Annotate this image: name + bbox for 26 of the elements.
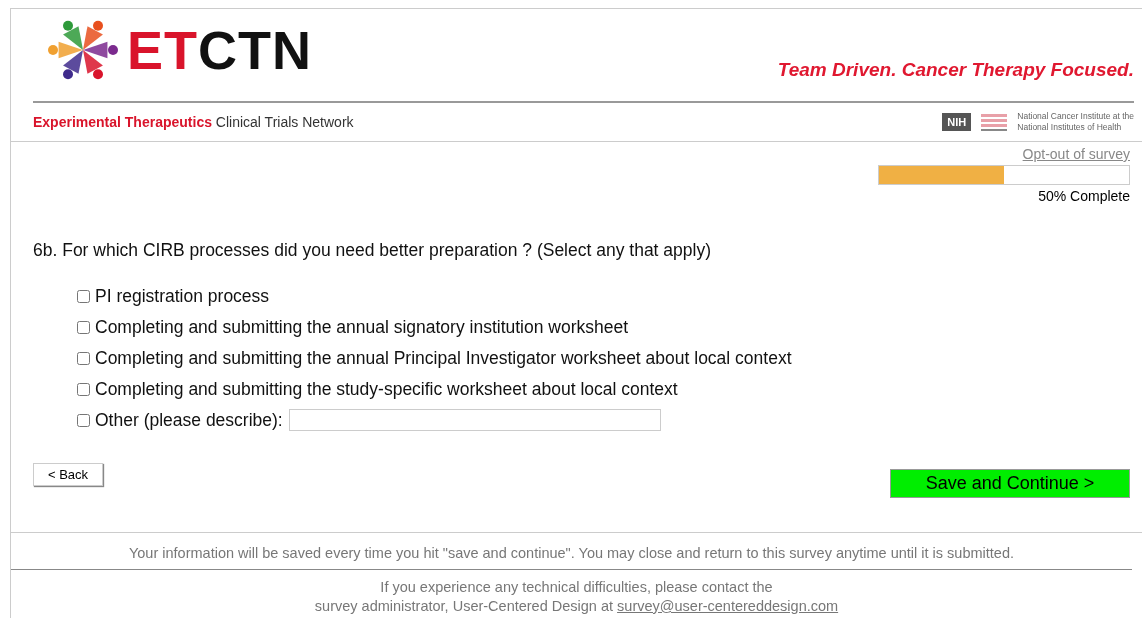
nih-badge: NIH [942, 113, 972, 131]
checkbox[interactable] [77, 382, 90, 396]
network-name: Experimental Therapeutics Clinical Trials Network [33, 114, 354, 130]
progress-reading: 50% Complete [1038, 188, 1130, 204]
describe-field[interactable] [288, 409, 661, 431]
option-label: Other (please describe): [95, 409, 283, 431]
tagline: Team Driven. Cancer Therapy Focused. [777, 59, 1134, 81]
logo-text: ETCTN [127, 19, 312, 81]
option-label: Completing and submitting the annual Principal Investigator worksheet about local context [95, 347, 792, 369]
save-notice: Your information will be saved every time you hit "save and continue". You may close and return to this survey anytime until it is submitted. [11, 533, 1132, 570]
option-label: Completing and submitting the annual signatory institution worksheet [95, 316, 629, 338]
checkbox[interactable] [77, 351, 90, 365]
checkbox[interactable] [77, 320, 90, 334]
save-continue-button[interactable]: Save and Continue > [890, 469, 1130, 498]
question-text: 6b. For which CIRB processes did you need better preparation ? (Select any that apply) [33, 240, 712, 261]
opt-out-link[interactable]: Opt-out of survey [1022, 146, 1130, 162]
contact-text: If you experience any technical difficulties, please contact the [380, 578, 773, 597]
checkbox[interactable] [77, 289, 90, 303]
back-button[interactable]: < Back [33, 463, 104, 486]
checkbox[interactable] [77, 413, 90, 427]
contact-text: survey administrator, User-Centered Design at [314, 598, 614, 614]
institute-logo-icon [979, 113, 1010, 131]
option-label: Completing and submitting the study-specific worksheet about local context [95, 378, 678, 400]
option-label: PI registration process [95, 285, 270, 307]
institute-name: National Cancer Institute at the National Institutes of Health [1017, 111, 1134, 133]
email-link[interactable]: survey@user-centereddesign.com [617, 598, 839, 614]
